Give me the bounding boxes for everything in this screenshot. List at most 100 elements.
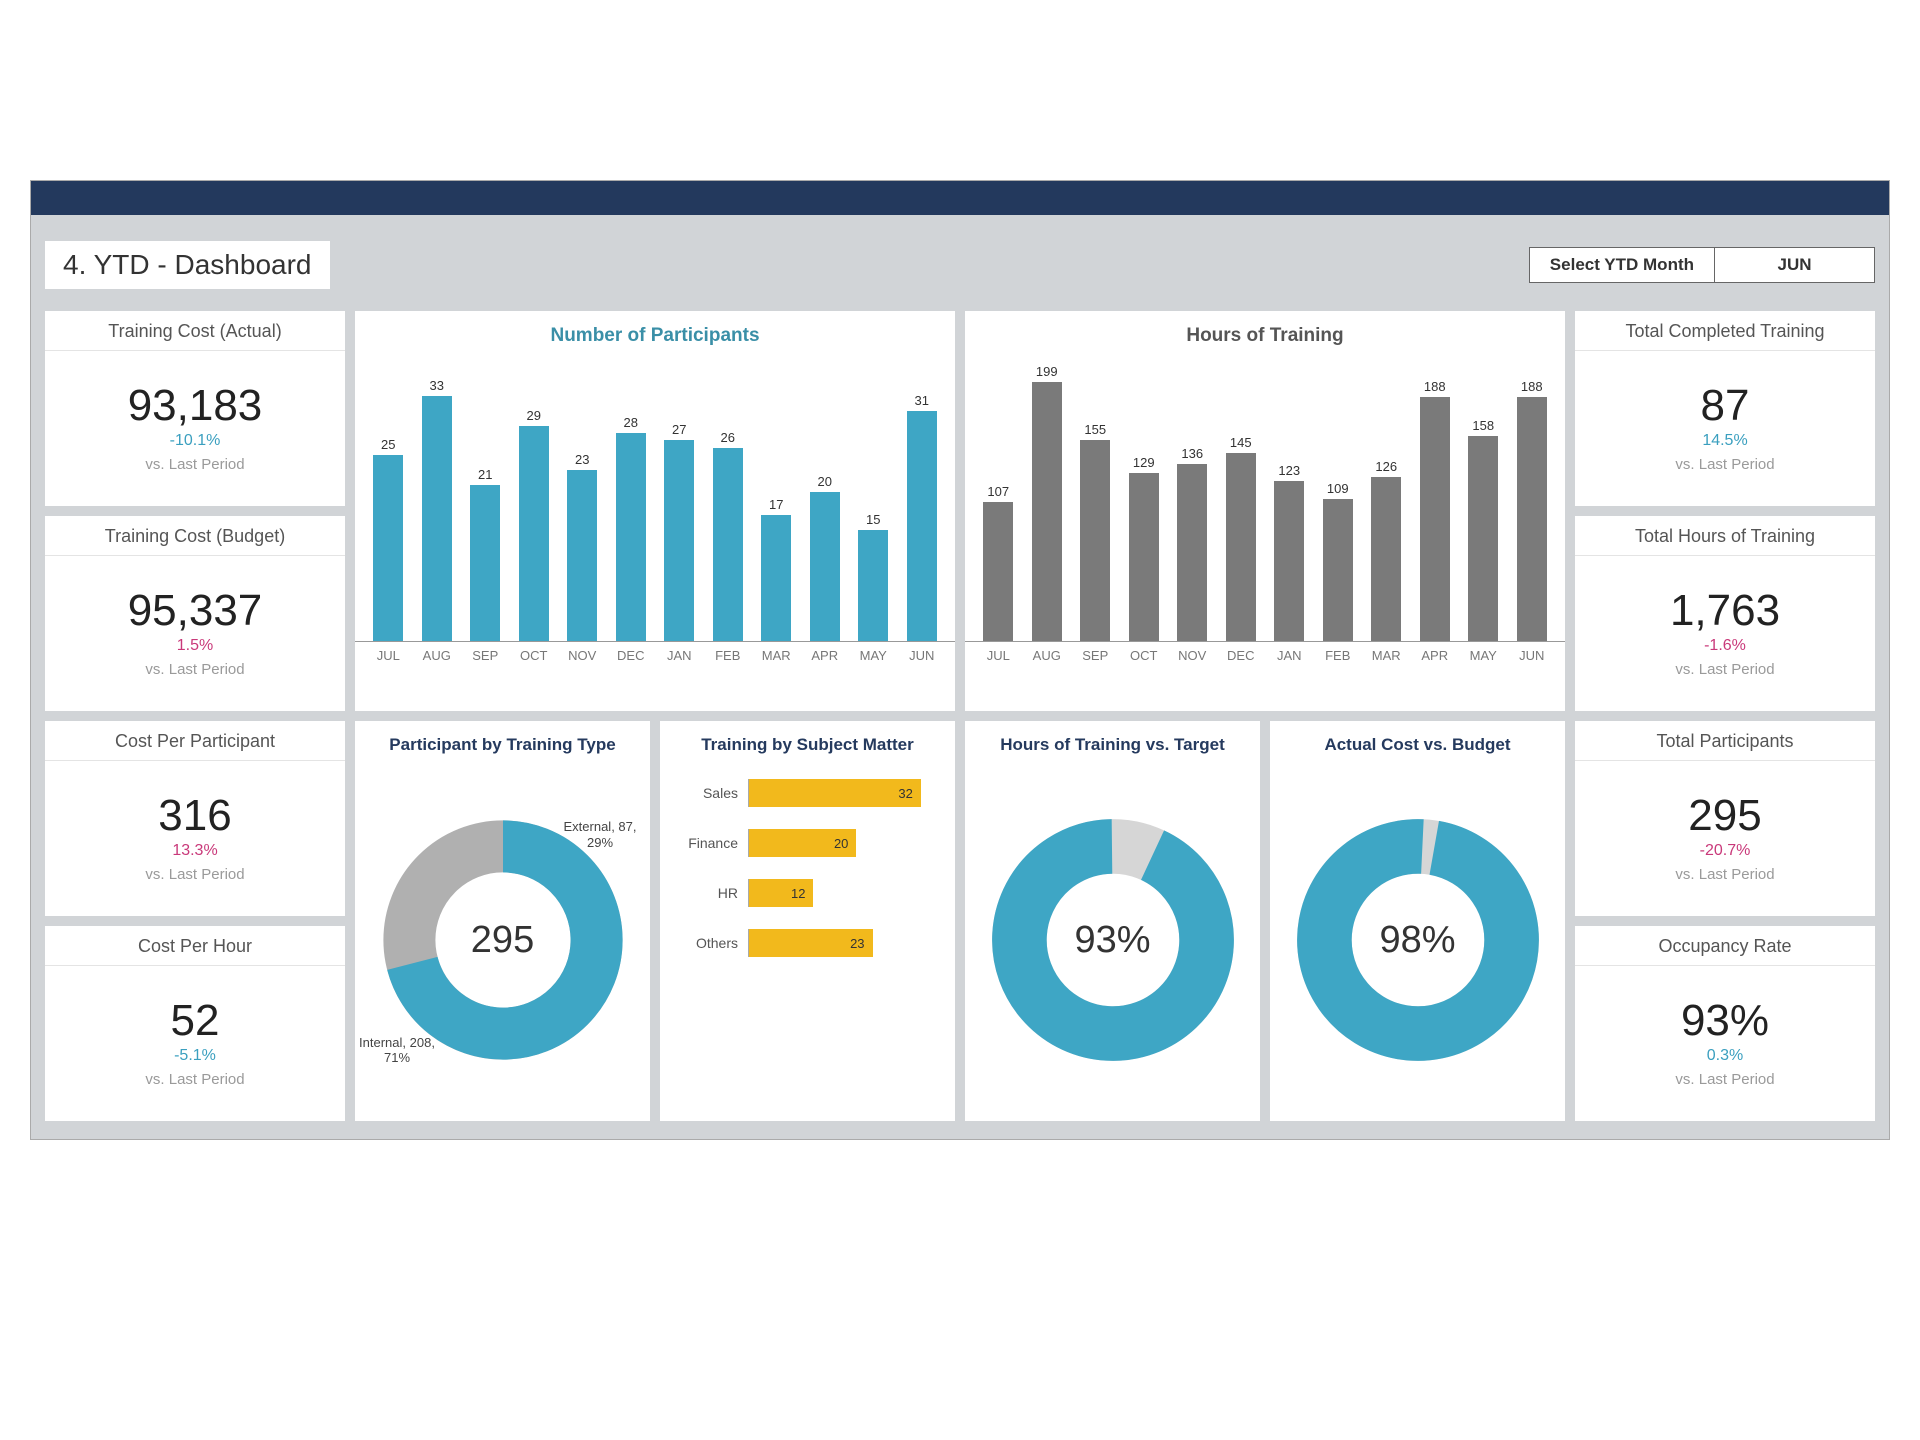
gauge-cost-panel: Actual Cost vs. Budget 98% <box>1270 721 1565 1121</box>
bar <box>810 492 840 641</box>
axis-label: AUG <box>416 648 459 663</box>
bar-value-label: 188 <box>1521 379 1543 394</box>
bar-col: 107 <box>977 484 1020 641</box>
bar <box>422 396 452 641</box>
kpi-title: Cost Per Participant <box>45 721 345 761</box>
kpi-sub: vs. Last Period <box>1675 1071 1774 1088</box>
bar <box>1032 382 1062 641</box>
hbar-row: Sales 32 <box>678 779 937 807</box>
middle-right-split: Hours of Training vs. Target 93% Actual … <box>965 721 1565 1121</box>
kpi-title: Training Cost (Budget) <box>45 516 345 556</box>
bar-col: 109 <box>1317 481 1360 641</box>
kpi-delta: 13.3% <box>172 842 217 860</box>
bar-col: 20 <box>804 474 847 641</box>
chart-title: Hours of Training vs. Target <box>965 721 1260 759</box>
bar-value-label: 23 <box>575 452 589 467</box>
bar <box>1129 473 1159 641</box>
bar-value-label: 28 <box>624 415 638 430</box>
bar-col: 27 <box>658 422 701 641</box>
bar-value-label: 199 <box>1036 364 1058 379</box>
bar <box>470 485 500 641</box>
kpi-occupancy-rate: Occupancy Rate 93% 0.3% vs. Last Period <box>1575 926 1875 1121</box>
bar-value-label: 31 <box>915 393 929 408</box>
bar-col: 23 <box>561 452 604 641</box>
axis-label: JUL <box>367 648 410 663</box>
kpi-value: 93,183 <box>128 384 263 428</box>
bar-col: 25 <box>367 437 410 641</box>
axis-label: MAY <box>1462 648 1505 663</box>
kpi-value: 52 <box>171 999 220 1043</box>
middle-left-split: Participant by Training Type 295 Externa… <box>355 721 955 1121</box>
bar-value-label: 145 <box>1230 435 1252 450</box>
bar-value-label: 107 <box>987 484 1009 499</box>
bar <box>1323 499 1353 641</box>
hbar-row: HR 12 <box>678 879 937 907</box>
bar-col: 188 <box>1511 379 1554 641</box>
bar-col: 126 <box>1365 459 1408 641</box>
select-label: Select YTD Month <box>1529 247 1715 283</box>
bar-value-label: 25 <box>381 437 395 452</box>
kpi-delta: -5.1% <box>174 1047 216 1065</box>
axis-label: JUN <box>1511 648 1554 663</box>
kpi-delta: -10.1% <box>170 432 221 450</box>
bar-col: 31 <box>901 393 944 641</box>
bar-col: 145 <box>1220 435 1263 642</box>
kpi-total-hours: Total Hours of Training 1,763 -1.6% vs. … <box>1575 516 1875 711</box>
axis-label: AUG <box>1026 648 1069 663</box>
month-selector[interactable]: Select YTD Month JUN <box>1529 247 1875 283</box>
kpi-sub: vs. Last Period <box>1675 456 1774 473</box>
kpi-cost-per-hour: Cost Per Hour 52 -5.1% vs. Last Period <box>45 926 345 1121</box>
kpi-total-participants: Total Participants 295 -20.7% vs. Last P… <box>1575 721 1875 916</box>
kpi-delta: 1.5% <box>177 637 213 655</box>
bar-value-label: 26 <box>721 430 735 445</box>
bar-value-label: 123 <box>1278 463 1300 478</box>
bar-value-label: 158 <box>1472 418 1494 433</box>
axis-label: APR <box>804 648 847 663</box>
kpi-sub: vs. Last Period <box>145 456 244 473</box>
axis-label: MAY <box>852 648 895 663</box>
hbar-track: 23 <box>748 929 937 957</box>
kpi-total-completed: Total Completed Training 87 14.5% vs. La… <box>1575 311 1875 506</box>
kpi-delta: 14.5% <box>1702 432 1747 450</box>
bar <box>907 411 937 641</box>
kpi-value: 316 <box>158 794 231 838</box>
hbar-category: Sales <box>678 785 738 801</box>
bar-col: 28 <box>610 415 653 641</box>
axis-label: SEP <box>464 648 507 663</box>
hbar-area: Sales32Finance20HR12Others23 <box>660 759 955 967</box>
bar-col: 26 <box>707 430 750 641</box>
axis-label: APR <box>1414 648 1457 663</box>
top-bar <box>31 181 1889 215</box>
bar <box>983 502 1013 641</box>
chart-title: Training by Subject Matter <box>660 721 955 759</box>
hbar-category: HR <box>678 885 738 901</box>
hbar: 12 <box>749 879 813 907</box>
bar <box>519 426 549 641</box>
axis-label: NOV <box>561 648 604 663</box>
bar <box>1274 481 1304 641</box>
participants-chart: Number of Participants 25332129232827261… <box>355 311 955 711</box>
bar-value-label: 136 <box>1181 446 1203 461</box>
hbar-row: Finance20 <box>678 829 937 857</box>
dashboard-frame: 4. YTD - Dashboard Select YTD Month JUN … <box>30 180 1890 1140</box>
kpi-value: 87 <box>1701 384 1750 428</box>
header-row: 4. YTD - Dashboard Select YTD Month JUN <box>45 241 1875 289</box>
bar <box>1080 440 1110 642</box>
axis-label: JUL <box>977 648 1020 663</box>
kpi-value: 1,763 <box>1670 589 1780 633</box>
bar-value-label: 33 <box>430 378 444 393</box>
bar-area: 253321292328272617201531 <box>355 351 955 641</box>
donut-label-external: External, 87, 29% <box>560 819 640 850</box>
select-value[interactable]: JUN <box>1715 247 1875 283</box>
bar-value-label: 15 <box>866 512 880 527</box>
chart-title: Hours of Training <box>965 311 1565 351</box>
kpi-title: Total Participants <box>1575 721 1875 761</box>
kpi-title: Total Hours of Training <box>1575 516 1875 556</box>
donut-center: 295 <box>471 919 534 962</box>
axis-label: FEB <box>1317 648 1360 663</box>
bar <box>1371 477 1401 641</box>
bar <box>713 448 743 641</box>
hbar-track: 32 <box>748 779 937 807</box>
bar-col: 129 <box>1123 455 1166 641</box>
axis-label: OCT <box>1123 648 1166 663</box>
